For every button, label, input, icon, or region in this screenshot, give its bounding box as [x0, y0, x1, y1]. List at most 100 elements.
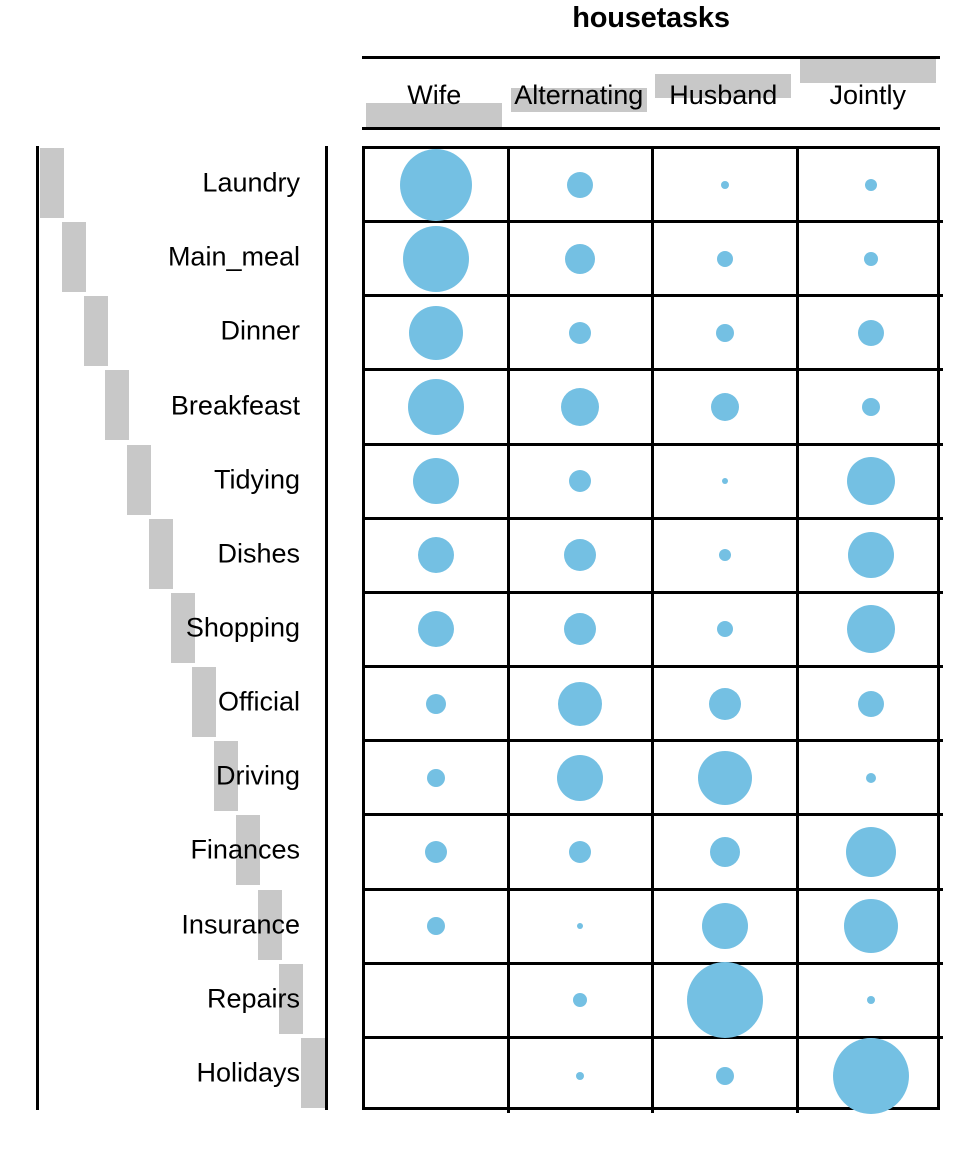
bubble	[715, 323, 734, 342]
bubble	[577, 923, 584, 930]
row-marginal-bar	[127, 444, 151, 515]
row-marginal-bar	[105, 370, 130, 441]
grid-cell	[365, 1038, 510, 1113]
bubble	[715, 1066, 734, 1085]
bubble	[716, 621, 733, 638]
grid-cell	[509, 890, 654, 965]
grid-cell	[509, 223, 654, 298]
row-header-dishes: Dishes	[36, 517, 328, 591]
grid-cell	[799, 1037, 944, 1114]
grid-cell	[509, 742, 654, 817]
grid-cell	[654, 593, 799, 669]
row-header-holidays: Holidays	[36, 1036, 328, 1110]
bubble	[832, 1037, 909, 1114]
row-header-official: Official	[36, 665, 328, 739]
bubble	[697, 750, 752, 805]
grid-cell	[798, 594, 943, 669]
bubble	[569, 840, 592, 863]
grid-cell	[365, 223, 510, 298]
row-label: Tidying	[213, 464, 300, 495]
grid-cell	[798, 742, 943, 817]
row-header-laundry: Laundry	[36, 146, 328, 220]
row-label: Laundry	[202, 167, 300, 198]
row-header-finances: Finances	[36, 813, 328, 887]
balloon-plot-root: housetasks Wife Alternating Husband Jointly…	[0, 0, 960, 1152]
grid-cell	[798, 816, 943, 891]
bubble	[417, 537, 454, 574]
grid-cell	[654, 223, 799, 298]
grid-cell	[365, 964, 510, 1039]
bubble	[399, 148, 472, 221]
grid-cell	[365, 519, 510, 594]
grid-cell	[798, 891, 943, 965]
bubble	[425, 693, 446, 714]
bubble	[720, 180, 729, 189]
bubble	[561, 388, 600, 427]
grid-cell	[654, 519, 799, 594]
row-marginal-bar	[148, 518, 173, 589]
grid-cell	[798, 371, 943, 446]
column-label: Wife	[407, 80, 462, 110]
grid-cell	[365, 816, 510, 891]
bubble	[564, 613, 597, 646]
row-marginal-bar	[40, 148, 64, 218]
row-label: Insurance	[181, 909, 300, 940]
bubble	[407, 379, 464, 436]
bubble	[576, 1071, 585, 1080]
row-marginal-bar	[301, 1037, 325, 1108]
row-marginal-bar	[192, 667, 217, 738]
column-header-husband: Husband	[651, 59, 796, 127]
row-header-band: Laundry Main_meal Dinner Breakfeast Tidying D…	[36, 146, 328, 1110]
bubble	[710, 393, 739, 422]
grid-cell	[365, 297, 510, 372]
grid-cell	[798, 965, 943, 1039]
bubble	[569, 470, 592, 493]
bubble	[567, 171, 594, 198]
grid-cell	[654, 445, 799, 520]
grid-cell	[654, 742, 799, 817]
column-header-wife: Wife	[362, 59, 507, 127]
grid-cell	[365, 742, 510, 817]
bubble	[564, 539, 597, 572]
bubble	[573, 993, 588, 1008]
column-label: Husband	[669, 80, 778, 110]
row-header-main_meal: Main_meal	[36, 220, 328, 294]
row-label: Official	[217, 686, 300, 717]
bubble	[864, 178, 877, 191]
row-header-breakfeast: Breakfeast	[36, 368, 328, 442]
grid-cell	[365, 890, 510, 965]
row-label: Dishes	[217, 538, 300, 569]
column-header-jointly: Jointly	[796, 59, 941, 127]
bubble	[701, 903, 748, 950]
grid-cell	[654, 297, 799, 372]
grid-cell	[365, 148, 510, 224]
page-title: housetasks	[572, 2, 730, 34]
grid-cell	[509, 445, 654, 520]
row-label: Main_meal	[167, 241, 300, 272]
bubble	[557, 754, 604, 801]
bubble	[857, 319, 884, 346]
grid-cell	[654, 371, 799, 446]
row-label: Holidays	[196, 1057, 300, 1088]
grid-cell	[798, 297, 943, 372]
grid-cell	[654, 962, 799, 1039]
bubble	[846, 457, 895, 506]
bubble	[569, 321, 592, 344]
grid-cell	[509, 964, 654, 1039]
bubble	[845, 826, 896, 877]
grid-cell	[365, 371, 510, 446]
row-label: Breakfeast	[170, 390, 300, 421]
bubble	[558, 681, 603, 726]
grid-cell	[798, 668, 943, 743]
row-header-insurance: Insurance	[36, 888, 328, 962]
row-header-driving: Driving	[36, 739, 328, 813]
grid-cell	[365, 593, 510, 669]
row-label: Finances	[190, 834, 300, 865]
grid-cell	[798, 223, 943, 298]
bubble-grid	[362, 146, 943, 1114]
bubble	[846, 605, 895, 654]
bubble	[721, 478, 728, 485]
bubble	[847, 532, 894, 579]
bubble	[865, 772, 876, 783]
grid-cell	[509, 593, 654, 669]
